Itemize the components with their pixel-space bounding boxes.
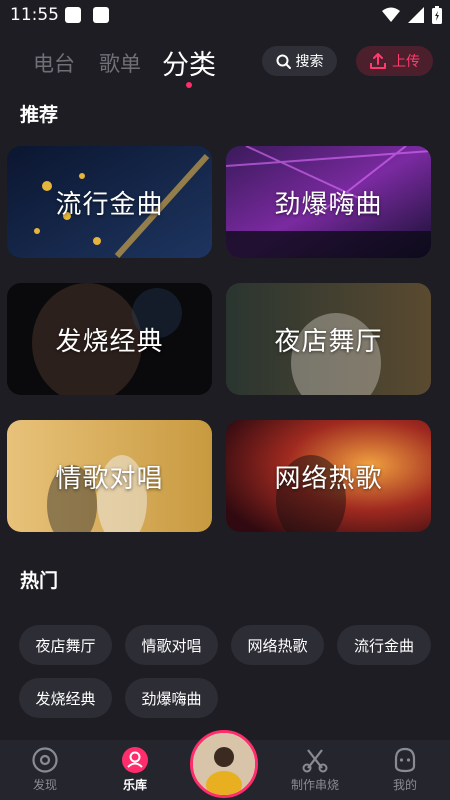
card-label: 发烧经典 [55, 326, 164, 357]
profile-icon [394, 747, 416, 773]
status-bar: 11:55 [0, 0, 450, 32]
library-icon [122, 747, 148, 773]
active-tab-indicator [186, 82, 192, 88]
search-icon [276, 54, 291, 69]
status-icons [382, 6, 442, 24]
now-playing-disc[interactable] [190, 730, 258, 798]
battery-icon [432, 6, 442, 24]
hot-title: 热门 [20, 570, 59, 592]
search-button[interactable]: 搜索 [262, 46, 337, 76]
nav-profile[interactable]: 我的 [370, 740, 440, 800]
notification-icon [65, 7, 81, 23]
category-card-dj[interactable]: 劲爆嗨曲 [226, 146, 431, 258]
nav-make-mix[interactable]: 制作串烧 [280, 740, 350, 800]
disc-icon [32, 747, 58, 773]
wifi-icon [382, 7, 400, 22]
nav-label: 制作串烧 [290, 778, 339, 792]
card-label: 网络热歌 [274, 463, 383, 494]
recommend-title: 推荐 [20, 104, 59, 126]
tab-radio[interactable]: 电台 [33, 48, 75, 78]
tab-playlist[interactable]: 歌单 [99, 48, 141, 78]
nav-label: 乐库 [122, 778, 147, 792]
hot-tag[interactable]: 情歌对唱 [125, 625, 218, 665]
category-card-web-hits[interactable]: 网络热歌 [226, 420, 431, 532]
status-time: 11:55 [10, 5, 59, 25]
hot-tag[interactable]: 发烧经典 [19, 678, 112, 718]
upload-icon [370, 53, 386, 69]
hot-tag[interactable]: 网络热歌 [231, 625, 324, 665]
upload-button[interactable]: 上传 [356, 46, 433, 76]
notification-icon [93, 7, 109, 23]
tab-category[interactable]: 分类 [162, 43, 216, 82]
card-label: 劲爆嗨曲 [274, 189, 383, 220]
scissors-icon [302, 749, 328, 773]
nav-discover[interactable]: 发现 [10, 740, 80, 800]
hot-tag[interactable]: 流行金曲 [337, 625, 431, 665]
nav-library[interactable]: 乐库 [100, 740, 170, 800]
search-label: 搜索 [295, 54, 324, 70]
album-art [193, 733, 255, 795]
card-label: 流行金曲 [55, 189, 164, 220]
card-label: 情歌对唱 [55, 463, 164, 494]
category-card-nightclub[interactable]: 夜店舞厅 [226, 283, 431, 395]
category-card-pop[interactable]: 流行金曲 [7, 146, 212, 258]
nav-label: 我的 [392, 778, 417, 792]
category-card-duet[interactable]: 情歌对唱 [7, 420, 212, 532]
category-card-classic[interactable]: 发烧经典 [7, 283, 212, 395]
hot-tag[interactable]: 夜店舞厅 [19, 625, 112, 665]
nav-label: 发现 [32, 778, 57, 792]
card-label: 夜店舞厅 [274, 326, 383, 357]
upload-label: 上传 [392, 54, 420, 70]
signal-icon [408, 7, 424, 23]
hot-tag[interactable]: 劲爆嗨曲 [125, 678, 218, 718]
